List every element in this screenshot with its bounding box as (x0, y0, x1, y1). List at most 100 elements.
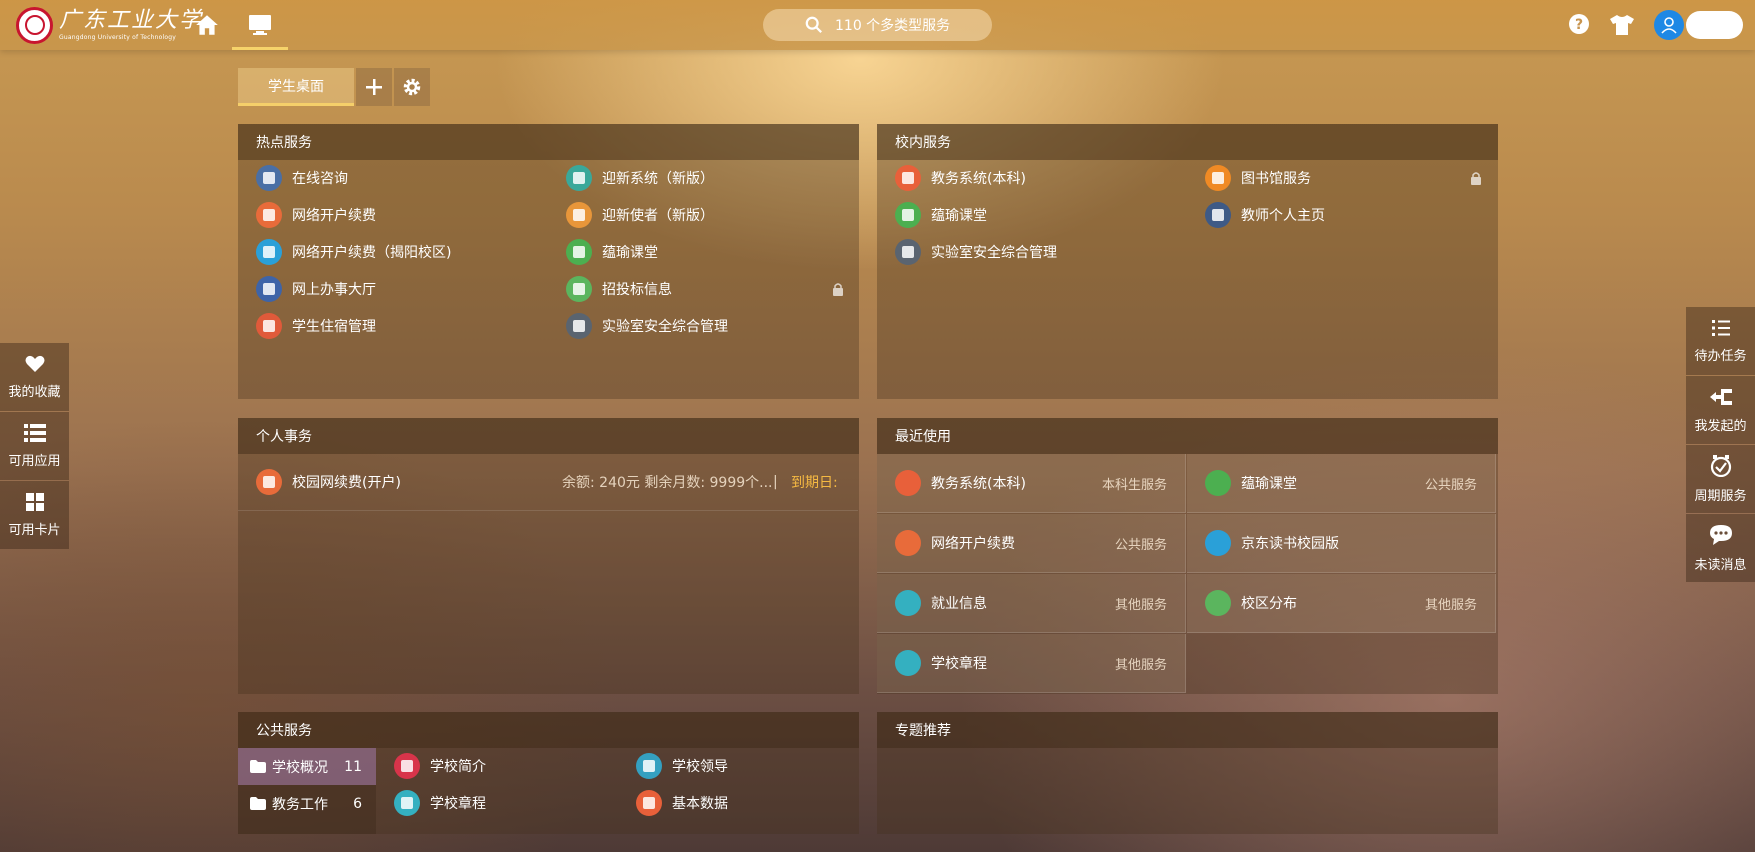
consult-icon (256, 165, 282, 191)
network-monitor-icon (256, 239, 282, 265)
panel-title: 个人事务 (238, 418, 859, 454)
recent-item-yunyu-classroom[interactable]: 蕴瑜课堂 公共服务 (1187, 454, 1496, 513)
university-seal-icon (16, 6, 53, 44)
sidebar-my-favorites[interactable]: 我的收藏 (0, 343, 69, 411)
leader-icon (636, 753, 662, 779)
due-date-label: 到期日: (791, 475, 838, 491)
academic-system-icon (895, 165, 921, 191)
sidebar-available-cards[interactable]: 可用卡片 (0, 481, 69, 549)
public-services-panel: 公共服务 学校概况 11 教务工作 6 学校简介 学校领导 学校章程 基本数据 (238, 712, 859, 834)
svg-text:?: ? (1575, 17, 1583, 33)
desktop-tabs: 学生桌面 (238, 68, 430, 106)
topic-recommend-panel: 专题推荐 (877, 712, 1498, 834)
service-welcome-ambassador[interactable]: 迎新使者（新版） (566, 201, 714, 229)
service-network-payment[interactable]: 网络开户续费 (256, 201, 376, 229)
panel-title: 专题推荐 (877, 712, 1498, 748)
charter-icon (394, 790, 420, 816)
service-teacher-homepage[interactable]: 教师个人主页 (1205, 201, 1325, 229)
category-academic-work[interactable]: 教务工作 6 (238, 785, 376, 822)
folder-icon (250, 797, 266, 810)
service-academic-system[interactable]: 教务系统(本科) (895, 164, 1026, 192)
lock-icon (1471, 172, 1481, 185)
campus-services-panel: 校内服务 教务系统(本科) 图书馆服务 蕴瑜课堂 教师个人主页 实验室安全综合管… (877, 124, 1498, 399)
add-tab-button[interactable] (356, 68, 392, 106)
help-icon[interactable]: ? (1568, 13, 1592, 37)
lock-icon (833, 283, 843, 296)
plus-icon (366, 79, 382, 95)
recent-item-jd-reading[interactable]: 京东读书校园版 (1187, 514, 1496, 573)
sidebar-todo-tasks[interactable]: 待办任务 (1686, 307, 1755, 375)
academic-system-icon (895, 470, 921, 496)
service-bidding-info[interactable]: 招投标信息 (566, 275, 672, 303)
network-payment-icon (256, 469, 282, 495)
basic-data-icon (636, 790, 662, 816)
recent-item-employment-info[interactable]: 就业信息 其他服务 (877, 574, 1186, 633)
sidebar-periodic-services[interactable]: 周期服务 (1686, 445, 1755, 513)
lab-safety-icon (895, 239, 921, 265)
network-payment-icon (895, 530, 921, 556)
desktop-settings-button[interactable] (394, 68, 430, 106)
university-logo[interactable]: 广东工业大学 Guangdong University of Technolog… (16, 6, 203, 44)
recent-item-campus-map[interactable]: 校区分布 其他服务 (1187, 574, 1496, 633)
skin-tshirt-icon[interactable] (1608, 13, 1634, 37)
logo-chinese-name: 广东工业大学 (59, 7, 204, 33)
panel-title: 最近使用 (877, 418, 1498, 454)
welcome-system-icon (566, 165, 592, 191)
sidebar-unread-messages[interactable]: 未读消息 (1686, 514, 1755, 582)
right-sidebar: 待办任务 我发起的 周期服务 未读消息 (1686, 307, 1755, 583)
service-school-leaders[interactable]: 学校领导 (636, 752, 728, 780)
service-online-consult[interactable]: 在线咨询 (256, 164, 348, 192)
sidebar-available-apps[interactable]: 可用应用 (0, 412, 69, 480)
personal-item-network-renewal[interactable]: 校园网续费(开户) 余额: 240元 剩余月数: 9999个... | 到期日: (238, 454, 858, 511)
library-icon (1205, 165, 1231, 191)
service-school-charter[interactable]: 学校章程 (394, 789, 486, 817)
task-list-icon (1711, 319, 1730, 336)
desktop-nav-button[interactable] (232, 0, 288, 50)
monitor-icon (249, 15, 271, 35)
service-network-payment-jieyang[interactable]: 网络开户续费（揭阳校区) (256, 238, 451, 266)
lab-safety-icon (566, 313, 592, 339)
user-name-pill[interactable] (1686, 11, 1743, 39)
service-lab-safety[interactable]: 实验室安全综合管理 (566, 312, 728, 340)
recent-item-school-charter[interactable]: 学校章程 其他服务 (877, 634, 1186, 693)
panel-title: 校内服务 (877, 124, 1498, 160)
panel-title: 公共服务 (238, 712, 859, 748)
list-icon (23, 423, 46, 442)
gear-icon (403, 78, 421, 96)
service-basic-data[interactable]: 基本数据 (636, 789, 728, 817)
campus-map-icon (1205, 590, 1231, 616)
charter-icon (895, 650, 921, 676)
ambassador-icon (566, 202, 592, 228)
home-icon[interactable] (194, 12, 220, 38)
sidebar-initiated-by-me[interactable]: 我发起的 (1686, 376, 1755, 444)
category-list-overflow (238, 822, 376, 834)
grid-icon (25, 492, 44, 511)
active-indicator (232, 47, 288, 50)
classroom-icon (566, 239, 592, 265)
classroom-icon (895, 202, 921, 228)
online-hall-icon (256, 276, 282, 302)
category-school-overview[interactable]: 学校概况 11 (238, 748, 376, 785)
search-box[interactable]: 110 个多类型服务 (763, 9, 992, 41)
service-lab-safety[interactable]: 实验室安全综合管理 (895, 238, 1057, 266)
service-welcome-system[interactable]: 迎新系统（新版） (566, 164, 714, 192)
service-library[interactable]: 图书馆服务 (1205, 164, 1311, 192)
service-online-hall[interactable]: 网上办事大厅 (256, 275, 376, 303)
teacher-homepage-icon (1205, 202, 1231, 228)
personal-affairs-panel: 个人事务 校园网续费(开户) 余额: 240元 剩余月数: 9999个... |… (238, 418, 859, 694)
top-navigation-bar: 广东工业大学 Guangdong University of Technolog… (0, 0, 1755, 50)
service-yunyu-classroom[interactable]: 蕴瑜课堂 (895, 201, 987, 229)
bidding-icon (566, 276, 592, 302)
personal-item-label: 校园网续费(开户) (292, 475, 401, 491)
service-yunyu-classroom[interactable]: 蕴瑜课堂 (566, 238, 658, 266)
user-avatar-icon[interactable] (1654, 10, 1684, 40)
recent-item-network-payment[interactable]: 网络开户续费 公共服务 (877, 514, 1186, 573)
dorm-icon (256, 313, 282, 339)
tab-student-desktop[interactable]: 学生桌面 (238, 68, 354, 106)
service-school-intro[interactable]: 学校简介 (394, 752, 486, 780)
school-seal-icon (394, 753, 420, 779)
recently-used-panel: 最近使用 教务系统(本科) 本科生服务 蕴瑜课堂 公共服务 网络开户续费 公共服务 京… (877, 418, 1498, 694)
service-dorm-management[interactable]: 学生住宿管理 (256, 312, 376, 340)
recent-item-academic-system[interactable]: 教务系统(本科) 本科生服务 (877, 454, 1186, 513)
folder-icon (250, 760, 266, 773)
